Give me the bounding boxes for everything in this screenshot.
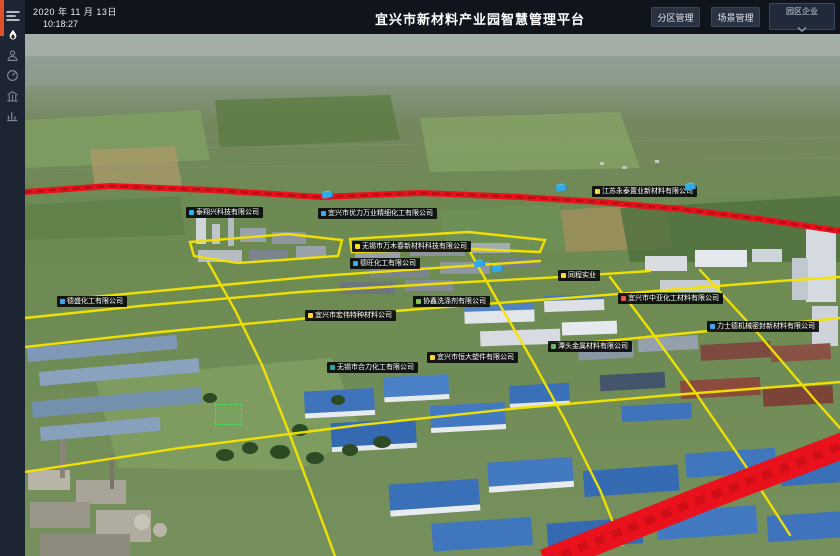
company-marker-icon [561, 273, 566, 278]
company-label-text: 江苏永泰置业新材料有限公司 [602, 188, 693, 195]
company-marker-icon [710, 324, 715, 329]
company-label[interactable]: 力士德机械密封新材料有限公司 [707, 321, 819, 332]
company-label-text: 宜兴市恒大塑件有限公司 [437, 354, 514, 361]
scene-management-button[interactable]: 场景管理 [711, 7, 760, 27]
map-selection-box[interactable] [215, 404, 242, 425]
date-display: 2020 年 11 月 13日 [33, 5, 117, 18]
company-label[interactable]: 德旺化工有限公司 [350, 258, 420, 269]
flame-icon[interactable] [0, 26, 25, 44]
company-label[interactable]: 泰翔兴科技有限公司 [186, 207, 263, 218]
sidebar [0, 0, 25, 556]
company-marker-icon [308, 313, 313, 318]
company-label-text: 德旺化工有限公司 [360, 260, 416, 267]
company-marker-icon [430, 355, 435, 360]
park-enterprise-dropdown[interactable]: 园区企业 [769, 3, 835, 30]
company-label[interactable]: 协鑫洗涤剂有限公司 [413, 296, 490, 307]
company-label-text: 同程实业 [568, 272, 596, 279]
gauge-icon[interactable] [0, 66, 25, 84]
company-label-text: 德盛化工有限公司 [67, 298, 123, 305]
company-marker-icon [189, 210, 194, 215]
park-enterprise-label: 园区企业 [786, 6, 818, 17]
company-label-text: 宜兴市宏伟特种材料公司 [315, 312, 392, 319]
bar-chart-icon[interactable] [0, 106, 25, 124]
time-display: 10:18:27 [43, 19, 78, 29]
company-marker-icon [621, 296, 626, 301]
company-marker-icon [321, 211, 326, 216]
company-marker-icon [595, 189, 600, 194]
company-label-text: 泰翔兴科技有限公司 [196, 209, 259, 216]
page-title: 宜兴市新材料产业园智慧管理平台 [365, 9, 595, 28]
app-window: 2020 年 11 月 13日 10:18:27 宜兴市新材料产业园智慧管理平台… [0, 0, 840, 556]
company-label[interactable]: 同程实业 [558, 270, 600, 281]
company-label[interactable]: 无锡市万木春新材料科技有限公司 [352, 241, 471, 252]
company-marker-icon [60, 299, 65, 304]
company-label-text: 宜兴市优力万业精细化工有限公司 [328, 210, 433, 217]
company-label[interactable]: 潭头金属材料有限公司 [548, 341, 632, 352]
company-label[interactable]: 江苏永泰置业新材料有限公司 [592, 186, 697, 197]
company-label-text: 力士德机械密封新材料有限公司 [717, 323, 815, 330]
company-label[interactable]: 德盛化工有限公司 [57, 296, 127, 307]
person-icon[interactable] [0, 46, 25, 64]
company-label-text: 宜兴市中亚化工材料有限公司 [628, 295, 719, 302]
building-icon[interactable] [0, 87, 25, 105]
chevron-down-icon [797, 20, 807, 36]
company-marker-icon [353, 261, 358, 266]
company-label[interactable]: 无锡市合力化工有限公司 [327, 362, 418, 373]
header-bar: 2020 年 11 月 13日 10:18:27 宜兴市新材料产业园智慧管理平台… [25, 0, 840, 34]
zone-management-button[interactable]: 分区管理 [651, 7, 700, 27]
company-marker-icon [355, 244, 360, 249]
company-label-text: 无锡市万木春新材料科技有限公司 [362, 243, 467, 250]
company-label[interactable]: 宜兴市恒大塑件有限公司 [427, 352, 518, 363]
company-label-text: 协鑫洗涤剂有限公司 [423, 298, 486, 305]
company-label[interactable]: 宜兴市优力万业精细化工有限公司 [318, 208, 437, 219]
company-label-text: 潭头金属材料有限公司 [558, 343, 628, 350]
company-marker-icon [416, 299, 421, 304]
company-label[interactable]: 宜兴市中亚化工材料有限公司 [618, 293, 723, 304]
company-marker-icon [330, 365, 335, 370]
company-label[interactable]: 宜兴市宏伟特种材料公司 [305, 310, 396, 321]
company-label-text: 无锡市合力化工有限公司 [337, 364, 414, 371]
company-marker-icon [551, 344, 556, 349]
menu-icon[interactable] [0, 7, 25, 25]
